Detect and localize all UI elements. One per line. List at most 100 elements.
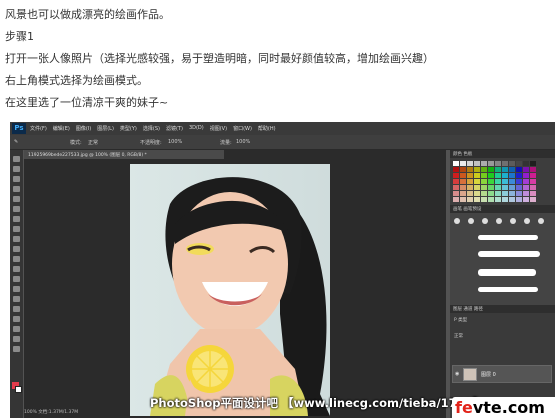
brush-tip-icon[interactable] xyxy=(482,218,488,224)
color-swatch[interactable] xyxy=(502,185,508,190)
menu-item[interactable]: 帮助(H) xyxy=(258,125,276,132)
color-swatch[interactable] xyxy=(495,179,501,184)
color-swatch[interactable] xyxy=(481,161,487,166)
color-swatch[interactable] xyxy=(453,197,459,202)
color-swatch[interactable] xyxy=(460,167,466,172)
zoom-tool-icon[interactable] xyxy=(13,346,20,352)
color-swatch[interactable] xyxy=(481,179,487,184)
color-swatch[interactable] xyxy=(460,197,466,202)
color-swatch[interactable] xyxy=(474,161,480,166)
color-swatch[interactable] xyxy=(481,191,487,196)
menu-item[interactable]: 窗口(W) xyxy=(233,125,252,132)
menu-item[interactable]: 滤镜(T) xyxy=(166,125,183,132)
blend-mode-select[interactable]: 正常 xyxy=(454,333,463,339)
layers-panel-header[interactable]: 图层 通道 路径 xyxy=(450,305,555,313)
color-swatch[interactable] xyxy=(488,197,494,202)
brush-tip-icon[interactable] xyxy=(538,218,544,224)
gradient-tool-icon[interactable] xyxy=(13,266,20,272)
color-swatch[interactable] xyxy=(488,185,494,190)
color-swatch[interactable] xyxy=(516,173,522,178)
color-swatch[interactable] xyxy=(523,161,529,166)
opacity-value[interactable]: 100% xyxy=(168,139,182,145)
color-swatch[interactable] xyxy=(523,197,529,202)
eyedropper-tool-icon[interactable] xyxy=(13,206,20,212)
color-swatch[interactable] xyxy=(488,167,494,172)
color-swatch[interactable] xyxy=(467,185,473,190)
color-swatch[interactable] xyxy=(523,173,529,178)
color-swatch[interactable] xyxy=(467,191,473,196)
color-swatch[interactable] xyxy=(467,161,473,166)
color-swatch[interactable] xyxy=(502,191,508,196)
color-swatch[interactable] xyxy=(509,197,515,202)
color-swatch[interactable] xyxy=(516,167,522,172)
color-swatch[interactable] xyxy=(502,179,508,184)
type-tool-icon[interactable] xyxy=(13,306,20,312)
color-swatch[interactable] xyxy=(460,185,466,190)
color-swatch[interactable] xyxy=(523,167,529,172)
color-swatch[interactable] xyxy=(460,191,466,196)
color-swatch[interactable] xyxy=(509,191,515,196)
color-swatch[interactable] xyxy=(509,185,515,190)
color-swatch[interactable] xyxy=(467,197,473,202)
color-swatch[interactable] xyxy=(495,161,501,166)
color-swatch[interactable] xyxy=(453,173,459,178)
color-swatch[interactable] xyxy=(530,185,536,190)
blur-tool-icon[interactable] xyxy=(13,276,20,282)
marquee-tool-icon[interactable] xyxy=(13,166,20,172)
layer-row[interactable]: ◉ 图层 0 xyxy=(452,365,552,383)
color-swatch[interactable] xyxy=(523,185,529,190)
color-swatch[interactable] xyxy=(474,167,480,172)
color-swatch[interactable] xyxy=(495,185,501,190)
color-swatch[interactable] xyxy=(474,191,480,196)
brush-stroke[interactable] xyxy=(478,251,540,257)
color-swatch[interactable] xyxy=(474,185,480,190)
color-swatch[interactable] xyxy=(453,167,459,172)
document-tab[interactable]: 11925969bede227533.jpg @ 100% (图层 0, RGB… xyxy=(24,150,224,159)
color-swatch[interactable] xyxy=(502,167,508,172)
hand-tool-icon[interactable] xyxy=(13,336,20,342)
color-swatch[interactable] xyxy=(530,191,536,196)
color-swatch[interactable] xyxy=(509,161,515,166)
brush-tip-icon[interactable] xyxy=(454,218,460,224)
brush-tip-icon[interactable] xyxy=(496,218,502,224)
move-tool-icon[interactable] xyxy=(13,156,20,162)
stamp-tool-icon[interactable] xyxy=(13,236,20,242)
color-swatch[interactable] xyxy=(488,179,494,184)
color-swatch[interactable] xyxy=(467,173,473,178)
color-swatch[interactable] xyxy=(495,173,501,178)
background-color-swatch[interactable] xyxy=(15,386,22,393)
brush-tip-icon[interactable] xyxy=(468,218,474,224)
color-swatch[interactable] xyxy=(516,191,522,196)
eraser-tool-icon[interactable] xyxy=(13,256,20,262)
flow-value[interactable]: 100% xyxy=(236,139,250,145)
menu-item[interactable]: 图层(L) xyxy=(97,125,114,132)
quick-select-tool-icon[interactable] xyxy=(13,186,20,192)
brush-stroke[interactable] xyxy=(478,269,536,276)
pen-tool-icon[interactable] xyxy=(13,296,20,302)
color-swatch[interactable] xyxy=(502,161,508,166)
color-swatch[interactable] xyxy=(481,185,487,190)
color-swatch[interactable] xyxy=(453,179,459,184)
color-swatch[interactable] xyxy=(509,179,515,184)
color-swatch[interactable] xyxy=(530,167,536,172)
brush-tip-icon[interactable] xyxy=(524,218,530,224)
color-swatch[interactable] xyxy=(530,179,536,184)
color-swatch[interactable] xyxy=(481,173,487,178)
color-swatch[interactable] xyxy=(530,173,536,178)
brush-stroke[interactable] xyxy=(478,287,538,292)
color-swatch[interactable] xyxy=(460,173,466,178)
color-swatch[interactable] xyxy=(488,173,494,178)
dodge-tool-icon[interactable] xyxy=(13,286,20,292)
color-swatch[interactable] xyxy=(509,167,515,172)
menu-item[interactable]: 3D(D) xyxy=(189,125,204,132)
color-swatch[interactable] xyxy=(516,161,522,166)
color-swatch[interactable] xyxy=(474,173,480,178)
brush-tip-icon[interactable] xyxy=(510,218,516,224)
menu-item[interactable]: 类型(Y) xyxy=(120,125,137,132)
color-swatch[interactable] xyxy=(516,179,522,184)
swatches-panel-header[interactable]: 颜色 色板 xyxy=(450,150,555,158)
layer-kind-filter[interactable]: P 类型 xyxy=(454,317,467,323)
history-brush-tool-icon[interactable] xyxy=(13,246,20,252)
color-swatch[interactable] xyxy=(481,197,487,202)
color-swatch[interactable] xyxy=(474,179,480,184)
